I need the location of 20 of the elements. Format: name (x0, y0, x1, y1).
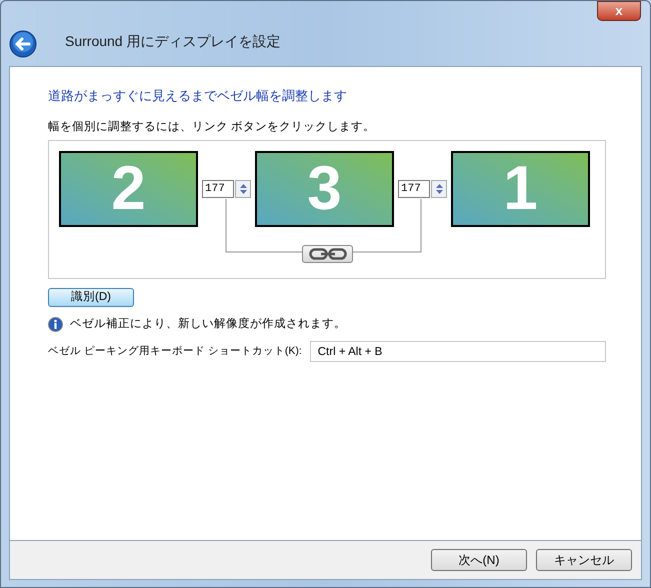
spin-button[interactable] (235, 180, 251, 198)
spin-arrows-icon (434, 183, 444, 195)
shortcut-label: ベゼル ピーキング用キーボード ショートカット(K): (48, 344, 302, 359)
connector-line (352, 198, 422, 252)
back-icon[interactable] (9, 30, 37, 58)
page-heading: 道路がまっすぐに見えるまでベゼル幅を調整します (48, 87, 348, 105)
identify-button[interactable]: 識別(D) (48, 288, 134, 307)
spin-button[interactable] (431, 180, 447, 198)
spin-arrows-icon (238, 183, 248, 195)
bezel-field[interactable]: 177 (398, 180, 430, 198)
link-button[interactable] (302, 245, 353, 263)
dialog-button[interactable]: 次へ(N) (431, 549, 527, 571)
window-title: Surround 用にディスプレイを設定 (65, 32, 280, 51)
chain-icon (308, 248, 346, 260)
bezel-field[interactable]: 177 (202, 180, 234, 198)
info-text: ベゼル補正により、新しい解像度が作成されます。 (70, 316, 346, 332)
instruction-text: 幅を個別に調整するには、リンク ボタンをクリックします。 (48, 120, 376, 135)
shortcut-field[interactable]: Ctrl + Alt + B (310, 341, 606, 362)
dialog-button[interactable]: キャンセル (536, 549, 632, 571)
info-icon (48, 317, 63, 332)
